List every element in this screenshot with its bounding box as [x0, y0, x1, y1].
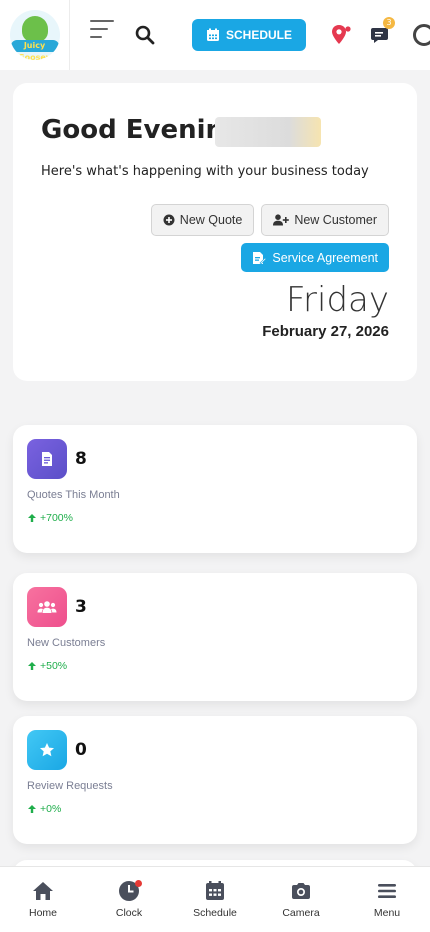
bottom-navigation: Home Clock Schedule Camera Menu — [0, 866, 430, 932]
signature-file-icon — [253, 251, 267, 264]
new-quote-label: New Quote — [179, 213, 243, 227]
plus-circle-icon — [163, 214, 175, 226]
schedule-button-label: SCHEDULE — [225, 28, 292, 42]
day-of-week: Friday — [285, 280, 389, 320]
service-agreement-button[interactable]: Service Agreement — [241, 243, 389, 272]
nav-label: Schedule — [193, 907, 237, 919]
schedule-button[interactable]: SCHEDULE — [192, 19, 306, 51]
stat-icon-box — [27, 730, 67, 770]
stat-icon-box — [27, 587, 67, 627]
stat-label: Quotes This Month — [27, 489, 120, 501]
stat-label: New Customers — [27, 637, 106, 649]
redacted-user-name — [215, 117, 321, 147]
greeting-subtitle: Here's what's happening with your busine… — [41, 164, 369, 179]
user-plus-icon — [273, 214, 290, 226]
document-icon — [42, 452, 52, 466]
current-date: February 27, 2026 — [262, 323, 389, 340]
users-icon — [37, 601, 57, 613]
logo-text: Juicy Goosey — [10, 40, 59, 60]
nav-item-clock[interactable]: Clock — [86, 867, 172, 932]
stat-icon-box — [27, 439, 67, 479]
nav-item-menu[interactable]: Menu — [344, 867, 430, 932]
arrow-up-icon — [28, 662, 36, 670]
stat-card-quotes[interactable]: 8 Quotes This Month +700% — [13, 425, 417, 553]
stat-change: +700% — [27, 512, 73, 524]
nav-label: Clock — [115, 907, 143, 919]
stat-change-value: +700% — [40, 512, 73, 524]
stat-change-value: +50% — [40, 660, 68, 672]
arrow-up-icon — [28, 805, 36, 813]
service-agreement-label: Service Agreement — [272, 250, 378, 265]
messages-badge: 3 — [383, 17, 395, 29]
sidebar-toggle-icon[interactable] — [90, 20, 114, 40]
location-pin-icon[interactable] — [330, 24, 352, 46]
stat-card-customers[interactable]: 3 New Customers +50% — [13, 573, 417, 701]
home-icon — [33, 882, 53, 900]
new-quote-button[interactable]: New Quote — [150, 204, 255, 236]
greeting-card: Good Evening, Here's what's happening wi… — [13, 83, 417, 381]
nav-label: Home — [28, 907, 57, 919]
stat-label: Review Requests — [27, 780, 113, 792]
new-customer-label: New Customer — [294, 213, 377, 227]
stat-value: 0 — [75, 740, 87, 760]
stat-change-value: +0% — [40, 803, 62, 815]
stat-value: 3 — [75, 597, 87, 617]
calendar-icon — [206, 28, 219, 41]
stat-card-reviews[interactable]: 0 Review Requests +0% — [13, 716, 417, 844]
calendar-icon — [206, 881, 224, 900]
nav-item-schedule[interactable]: Schedule — [172, 867, 258, 932]
menu-icon — [378, 884, 396, 898]
nav-item-home[interactable]: Home — [0, 867, 86, 932]
app-logo[interactable]: Juicy Goosey — [0, 0, 70, 70]
goose-icon — [21, 16, 48, 42]
notification-dot — [135, 880, 142, 887]
logo-badge: Juicy Goosey — [9, 10, 60, 60]
quick-actions: New Quote New Customer — [150, 204, 389, 236]
stat-change: +0% — [27, 803, 61, 815]
profile-avatar[interactable] — [413, 24, 430, 46]
top-bar: Juicy Goosey SCHEDULE 3 — [0, 0, 430, 70]
star-icon — [40, 743, 54, 757]
stat-change: +50% — [27, 660, 67, 672]
nav-item-camera[interactable]: Camera — [258, 867, 344, 932]
arrow-up-icon — [28, 514, 36, 522]
nav-label: Menu — [373, 907, 401, 919]
nav-label: Camera — [282, 907, 320, 919]
camera-icon — [292, 883, 310, 899]
stat-value: 8 — [75, 449, 87, 469]
search-icon[interactable] — [135, 25, 155, 45]
new-customer-button[interactable]: New Customer — [261, 204, 389, 236]
